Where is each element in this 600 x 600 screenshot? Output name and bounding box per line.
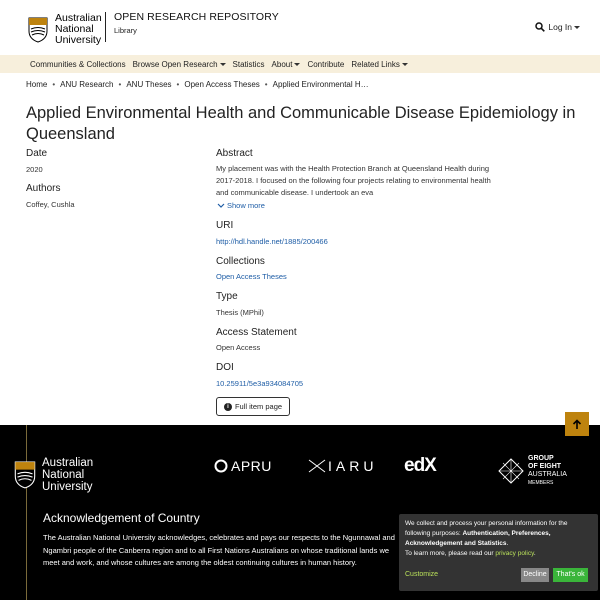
info-icon: i: [223, 402, 232, 411]
acknowledgement-text: The Australian National University ackno…: [43, 533, 395, 567]
cookie-accept-button[interactable]: That's ok: [553, 568, 588, 582]
author-link[interactable]: Coffey, Cushla: [26, 200, 75, 209]
date-label: Date: [26, 148, 48, 159]
logo-line: University: [55, 34, 102, 46]
group-of-eight-logo[interactable]: GROUP OF EIGHT AUSTRALIA MEMBERS: [498, 455, 567, 487]
chevron-down-icon: [217, 203, 225, 208]
logo-divider: [105, 12, 106, 42]
anu-crest-icon: [28, 17, 48, 43]
type-value: Thesis (MPhil): [216, 308, 264, 317]
footer-logo-line: National: [42, 469, 85, 481]
doi-link[interactable]: 10.25911/5e3a934084705: [216, 379, 303, 388]
repository-title[interactable]: OPEN RESEARCH REPOSITORY: [114, 11, 279, 23]
chevron-down-icon: [401, 62, 408, 66]
breadcrumb-separator: •: [264, 80, 268, 89]
login-label: Log In: [548, 22, 572, 32]
iaru-logo[interactable]: IARU: [308, 458, 377, 474]
show-more-button[interactable]: Show more: [217, 201, 265, 210]
uri-link[interactable]: http://hdl.handle.net/1885/200466: [216, 237, 328, 246]
cookie-decline-button[interactable]: Decline: [521, 568, 549, 582]
nav-about[interactable]: About: [272, 60, 301, 69]
privacy-policy-link[interactable]: privacy policy: [495, 550, 534, 557]
cookie-banner: We collect and process your personal inf…: [399, 514, 598, 591]
apru-logo[interactable]: APRU: [214, 458, 272, 474]
breadcrumb-home[interactable]: Home: [26, 80, 47, 89]
main-nav: Communities & Collections Browse Open Re…: [0, 55, 600, 73]
abstract-fade: [400, 188, 500, 200]
anu-crest-icon: [14, 461, 36, 489]
back-to-top-button[interactable]: [565, 412, 589, 436]
footer-anu-logo[interactable]: Australian National University: [14, 457, 93, 493]
search-icon[interactable]: [535, 22, 546, 32]
chevron-down-icon: [219, 62, 226, 66]
collections-label: Collections: [216, 256, 265, 267]
footer-divider: [26, 425, 27, 600]
breadcrumb-separator: •: [52, 80, 56, 89]
nav-browse-open-research[interactable]: Browse Open Research: [133, 60, 226, 69]
footer-logo-line: University: [42, 481, 93, 493]
breadcrumb-open-access-theses[interactable]: Open Access Theses: [184, 80, 259, 89]
site-header: Australian National University OPEN RESE…: [0, 0, 600, 55]
breadcrumb-anu-theses[interactable]: ANU Theses: [126, 80, 171, 89]
nav-statistics[interactable]: Statistics: [233, 60, 265, 69]
arrow-up-icon: [572, 418, 582, 429]
access-statement-value: Open Access: [216, 343, 261, 352]
breadcrumb-separator: •: [118, 80, 122, 89]
collection-link[interactable]: Open Access Theses: [216, 272, 287, 281]
doi-label: DOI: [216, 362, 234, 373]
anu-logo[interactable]: Australian National University: [28, 13, 102, 46]
nav-related-links[interactable]: Related Links: [351, 60, 408, 69]
breadcrumb-current: Applied Environmental H…: [272, 80, 369, 89]
login-button[interactable]: Log In: [535, 22, 580, 32]
repository-subtitle: Library: [114, 26, 137, 35]
go8-star-icon: [498, 458, 524, 484]
breadcrumb-anu-research[interactable]: ANU Research: [60, 80, 113, 89]
edx-logo[interactable]: edX: [404, 455, 437, 477]
full-item-page-button[interactable]: i Full item page: [216, 397, 290, 416]
iaru-swirl-icon: [308, 459, 326, 473]
cookie-customize-link[interactable]: Customize: [405, 570, 438, 580]
access-statement-label: Access Statement: [216, 327, 297, 338]
acknowledgement-title: Acknowledgement of Country: [43, 511, 200, 525]
abstract-label: Abstract: [216, 148, 253, 159]
chevron-down-icon: [294, 62, 301, 66]
uri-label: URI: [216, 220, 234, 231]
nav-communities-collections[interactable]: Communities & Collections: [30, 60, 126, 69]
date-value: 2020: [26, 165, 43, 174]
breadcrumb: Home • ANU Research • ANU Theses • Open …: [26, 80, 369, 89]
chevron-down-icon: [574, 25, 580, 29]
type-label: Type: [216, 291, 238, 302]
footer-logo-line: Australian: [42, 457, 94, 469]
nav-contribute[interactable]: Contribute: [307, 60, 344, 69]
page-title: Applied Environmental Health and Communi…: [26, 104, 576, 143]
apru-circle-icon: [214, 459, 228, 473]
authors-label: Authors: [26, 183, 61, 194]
breadcrumb-separator: •: [176, 80, 180, 89]
